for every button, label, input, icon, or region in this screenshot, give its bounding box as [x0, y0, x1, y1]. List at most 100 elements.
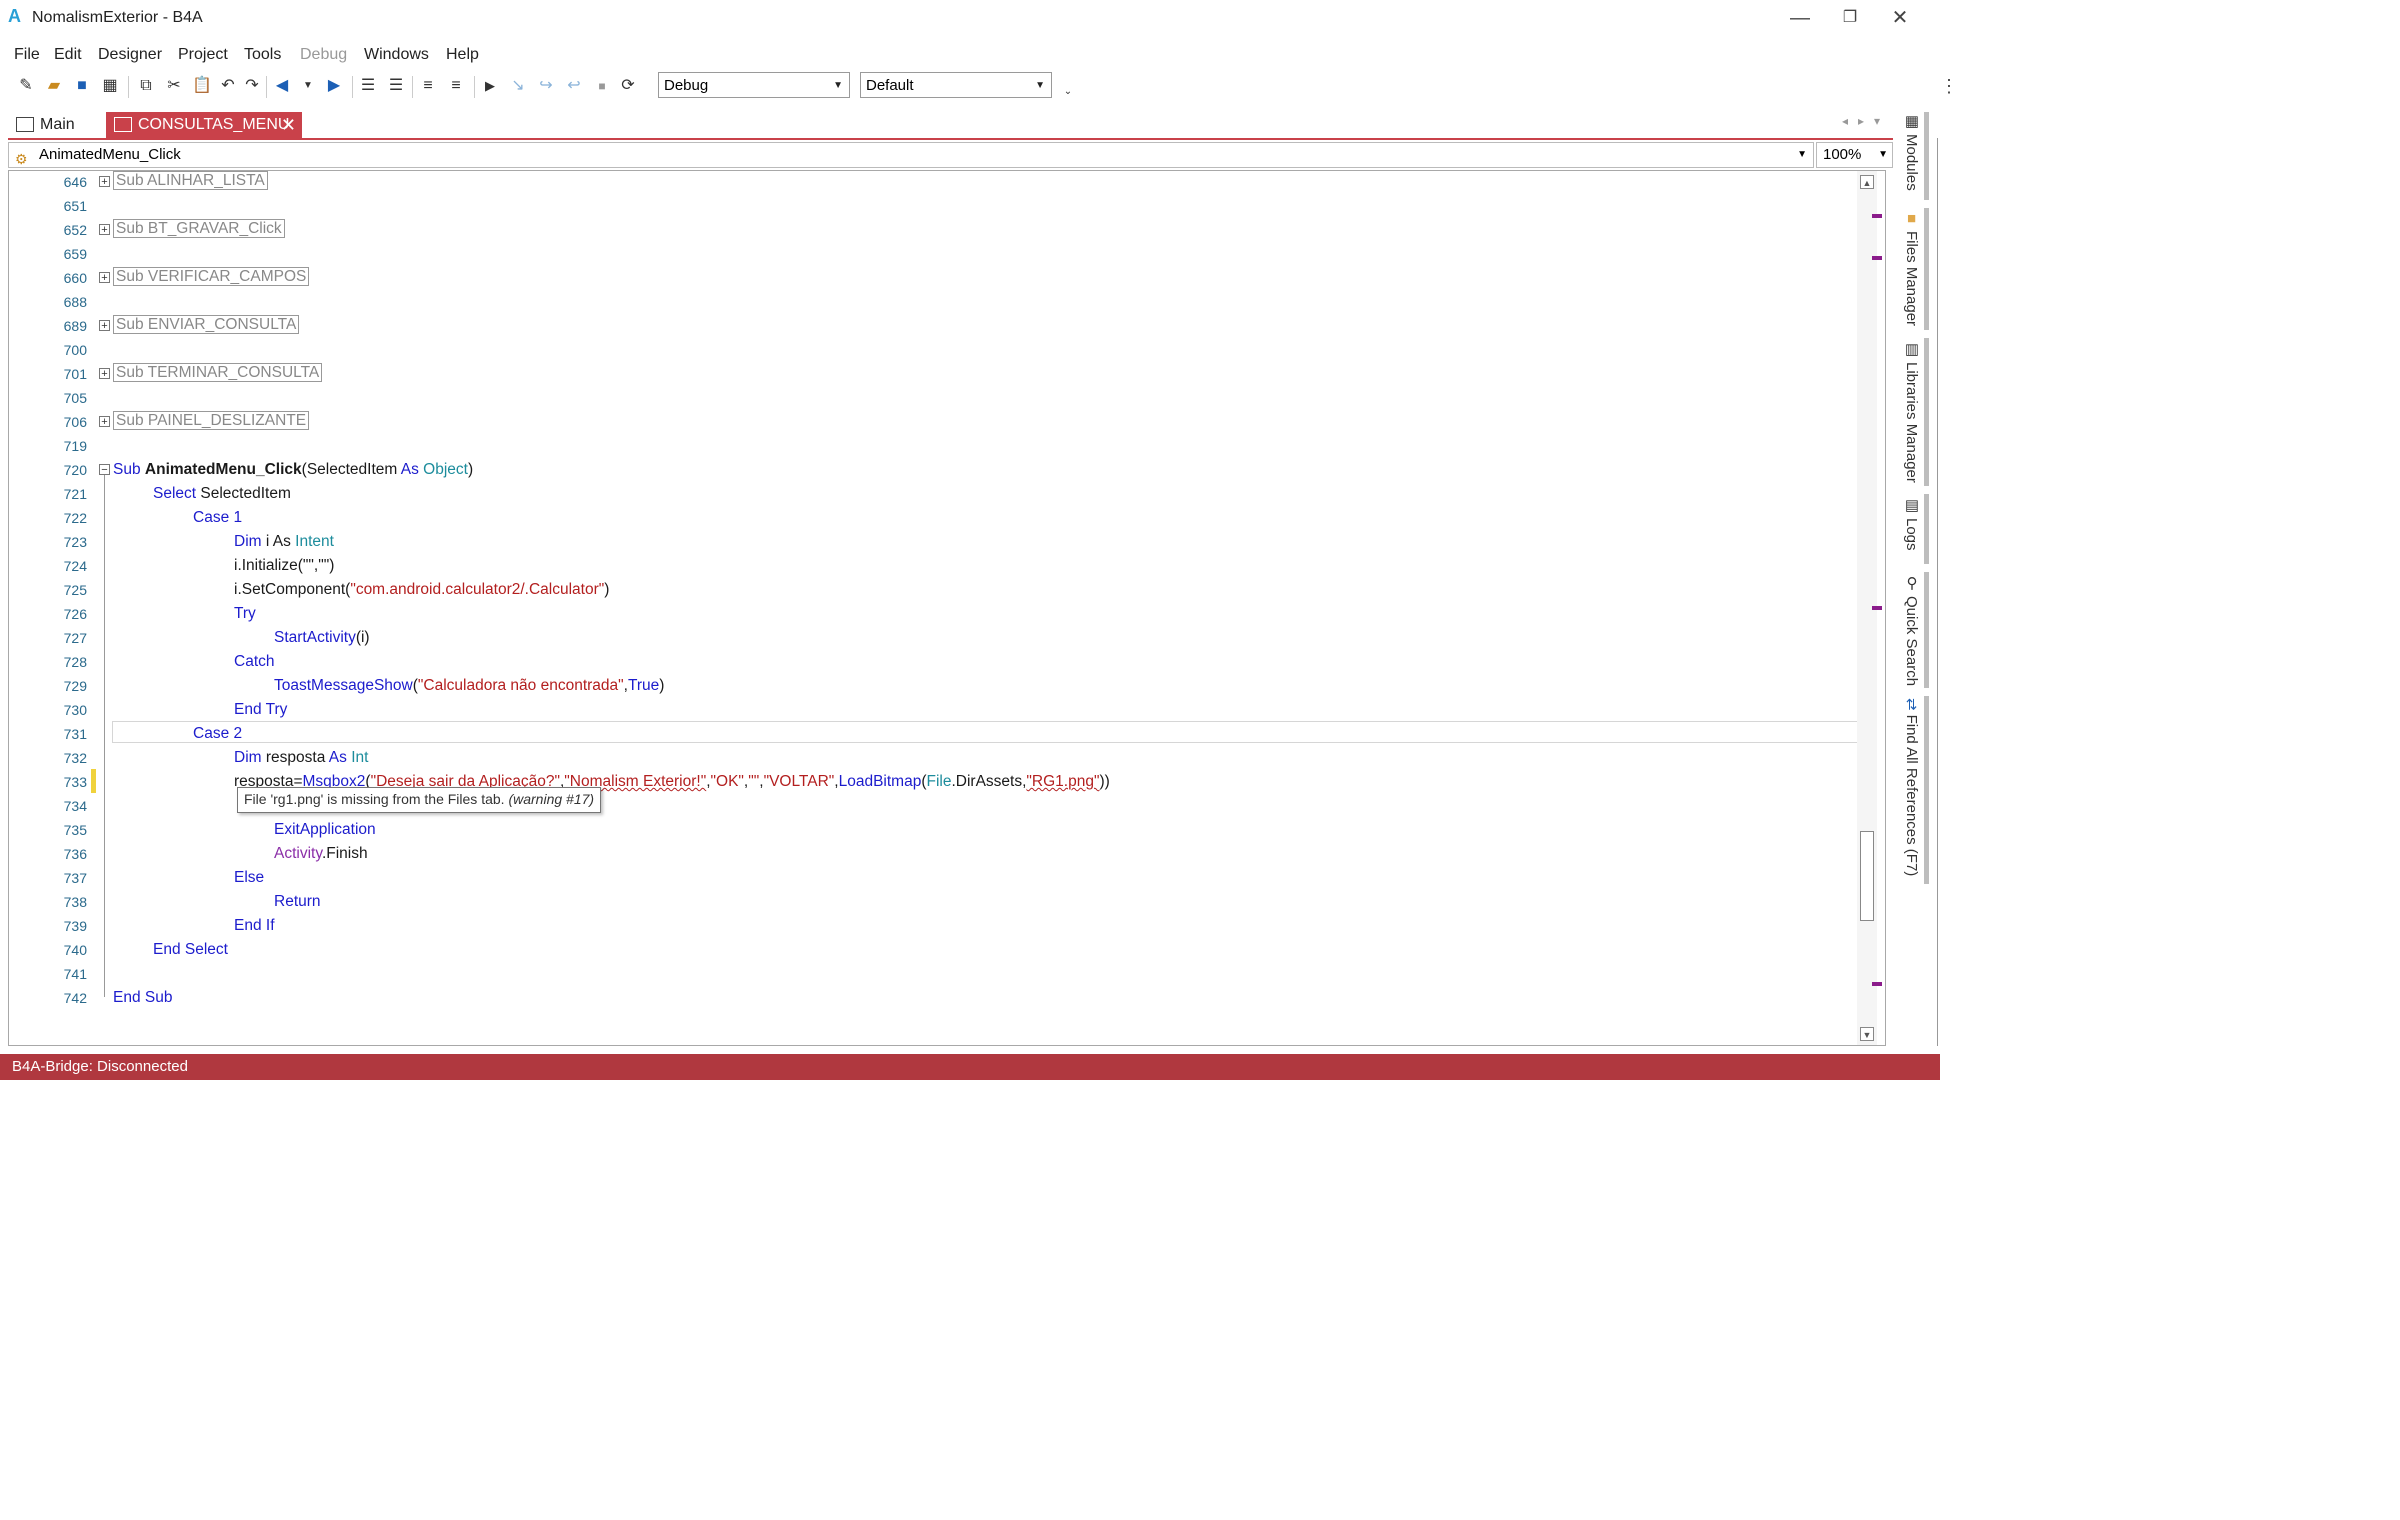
chevron-down-icon: ▼: [1878, 149, 1888, 160]
expand-icon[interactable]: +: [99, 176, 110, 188]
scroll-marker: [1872, 214, 1882, 218]
minimize-button[interactable]: —: [1776, 4, 1824, 32]
side-tab-logs[interactable]: ▤Logs: [1894, 496, 1920, 551]
sub-selector[interactable]: ⚙ AnimatedMenu_Click ▼: [8, 142, 1814, 168]
folder-icon: ■: [1903, 210, 1920, 227]
line-number: 705: [63, 390, 87, 406]
tab-main[interactable]: Main: [8, 112, 103, 138]
step-over-icon[interactable]: ↪: [536, 76, 556, 96]
scroll-marker: [1872, 982, 1882, 986]
line-number: 734: [63, 798, 87, 814]
code-line-722: Case 1: [193, 509, 243, 526]
code-line-730: End Try: [234, 701, 288, 718]
redo-icon[interactable]: ↷: [242, 76, 262, 96]
line-number: 652: [63, 222, 87, 238]
collapsed-sub[interactable]: Sub ENVIAR_CONSULTA: [113, 315, 300, 334]
title-bar: A NomalismExterior - B4A — ❐ ✕: [0, 0, 1940, 36]
open-project-icon[interactable]: ▰: [44, 76, 64, 96]
menu-project[interactable]: Project: [178, 42, 228, 68]
expand-icon[interactable]: +: [99, 416, 110, 428]
collapse-icon[interactable]: −: [99, 464, 110, 476]
toolbar-overflow-icon[interactable]: ⋮: [1940, 76, 1958, 97]
save-icon[interactable]: ■: [72, 76, 92, 96]
app-logo-icon: A: [8, 6, 21, 26]
collapsed-sub[interactable]: Sub BT_GRAVAR_Click: [113, 219, 285, 238]
side-tab-libraries-manager[interactable]: ▥Libraries Manager: [1894, 340, 1920, 483]
undo-icon[interactable]: ↶: [218, 76, 238, 96]
line-number: 701: [63, 366, 87, 382]
close-button[interactable]: ✕: [1876, 4, 1924, 32]
indent-icon[interactable]: ☰: [358, 76, 378, 96]
toolbar-customize-icon[interactable]: ⌄: [1058, 82, 1078, 102]
line-number: 740: [63, 942, 87, 958]
outdent-icon[interactable]: ☰: [386, 76, 406, 96]
save-all-icon[interactable]: ▦: [100, 76, 120, 96]
code-line-736: Activity.Finish: [274, 845, 368, 862]
side-tab-quick-search[interactable]: ⚲Quick Search: [1894, 574, 1920, 686]
scroll-up-icon[interactable]: ▲: [1860, 175, 1874, 189]
module-icon: [16, 117, 34, 132]
expand-icon[interactable]: +: [99, 320, 110, 332]
line-number: 730: [63, 702, 87, 718]
new-project-icon[interactable]: ✎: [16, 76, 36, 96]
modules-icon: ▦: [1903, 112, 1920, 130]
warning-tooltip: File 'rg1.png' is missing from the Files…: [237, 787, 602, 813]
book-icon: ▥: [1903, 340, 1920, 358]
line-number: 726: [63, 606, 87, 622]
stop-icon[interactable]: ■: [592, 76, 612, 96]
scrollbar-thumb[interactable]: [1860, 831, 1874, 921]
code-line-723: Dim i As Intent: [234, 533, 334, 550]
expand-icon[interactable]: +: [99, 368, 110, 380]
tab-consultas-menu[interactable]: CONSULTAS_MENU ✕: [106, 112, 302, 138]
code-line-729: ToastMessageShow("Calculadora não encont…: [274, 677, 665, 694]
build-target-select[interactable]: Default ▼: [860, 72, 1052, 98]
menu-edit[interactable]: Edit: [54, 42, 82, 68]
fold-guide: [104, 475, 105, 997]
tab-underline: [8, 138, 1893, 140]
restore-button[interactable]: ❐: [1826, 4, 1874, 32]
step-out-icon[interactable]: ↩: [564, 76, 584, 96]
current-line-highlight: [112, 721, 1862, 743]
menu-tools[interactable]: Tools: [244, 42, 281, 68]
menu-help[interactable]: Help: [446, 42, 479, 68]
navigate-back-icon[interactable]: ◀: [272, 76, 292, 96]
line-number: 732: [63, 750, 87, 766]
run-icon[interactable]: ▶: [480, 76, 500, 96]
copy-icon[interactable]: ⧉: [136, 76, 156, 96]
navigate-forward-icon[interactable]: ▶: [324, 76, 344, 96]
step-in-icon[interactable]: ↘: [508, 76, 528, 96]
menu-file[interactable]: File: [14, 42, 40, 68]
menu-windows[interactable]: Windows: [364, 42, 429, 68]
close-tab-icon[interactable]: ✕: [281, 112, 296, 138]
tab-main-label: Main: [40, 116, 75, 133]
side-tab-find-all-references[interactable]: ⇄Find All References (F7): [1894, 698, 1920, 876]
menu-debug[interactable]: Debug: [300, 42, 347, 68]
tab-scroll-arrows[interactable]: ◂▸▾: [1842, 114, 1890, 128]
restart-icon[interactable]: ⟳: [618, 76, 638, 96]
navigate-back-dropdown-icon[interactable]: ▼: [298, 76, 318, 96]
collapsed-sub[interactable]: Sub PAINEL_DESLIZANTE: [113, 411, 310, 430]
side-tab-modules[interactable]: ▦Modules: [1894, 112, 1920, 191]
code-editor[interactable]: 646 651 652 659 660 688 689 700 701 705 …: [8, 170, 1886, 1046]
cut-icon[interactable]: ✂: [164, 76, 184, 96]
comment-icon[interactable]: ≡: [418, 76, 438, 96]
build-config-select[interactable]: Debug ▼: [658, 72, 850, 98]
scroll-down-icon[interactable]: ▼: [1860, 1027, 1874, 1041]
expand-icon[interactable]: +: [99, 224, 110, 236]
line-number: 728: [63, 654, 87, 670]
paste-icon[interactable]: 📋: [192, 76, 212, 96]
line-number: 733: [63, 774, 87, 790]
zoom-select[interactable]: 100% ▼: [1816, 142, 1893, 168]
expand-icon[interactable]: +: [99, 272, 110, 284]
line-number: 742: [63, 990, 87, 1006]
collapsed-sub[interactable]: Sub TERMINAR_CONSULTA: [113, 363, 323, 382]
line-number: 741: [63, 966, 87, 982]
uncomment-icon[interactable]: ≡: [446, 76, 466, 96]
collapsed-sub[interactable]: Sub ALINHAR_LISTA: [113, 171, 268, 190]
collapsed-sub[interactable]: Sub VERIFICAR_CAMPOS: [113, 267, 310, 286]
menu-designer[interactable]: Designer: [98, 42, 162, 68]
side-tab-files-manager[interactable]: ■Files Manager: [1894, 210, 1920, 326]
warning-tooltip-code: (warning #17): [508, 791, 595, 807]
line-number: 729: [63, 678, 87, 694]
side-panel: ▦Modules ■Files Manager ▥Libraries Manag…: [1894, 106, 1934, 1046]
